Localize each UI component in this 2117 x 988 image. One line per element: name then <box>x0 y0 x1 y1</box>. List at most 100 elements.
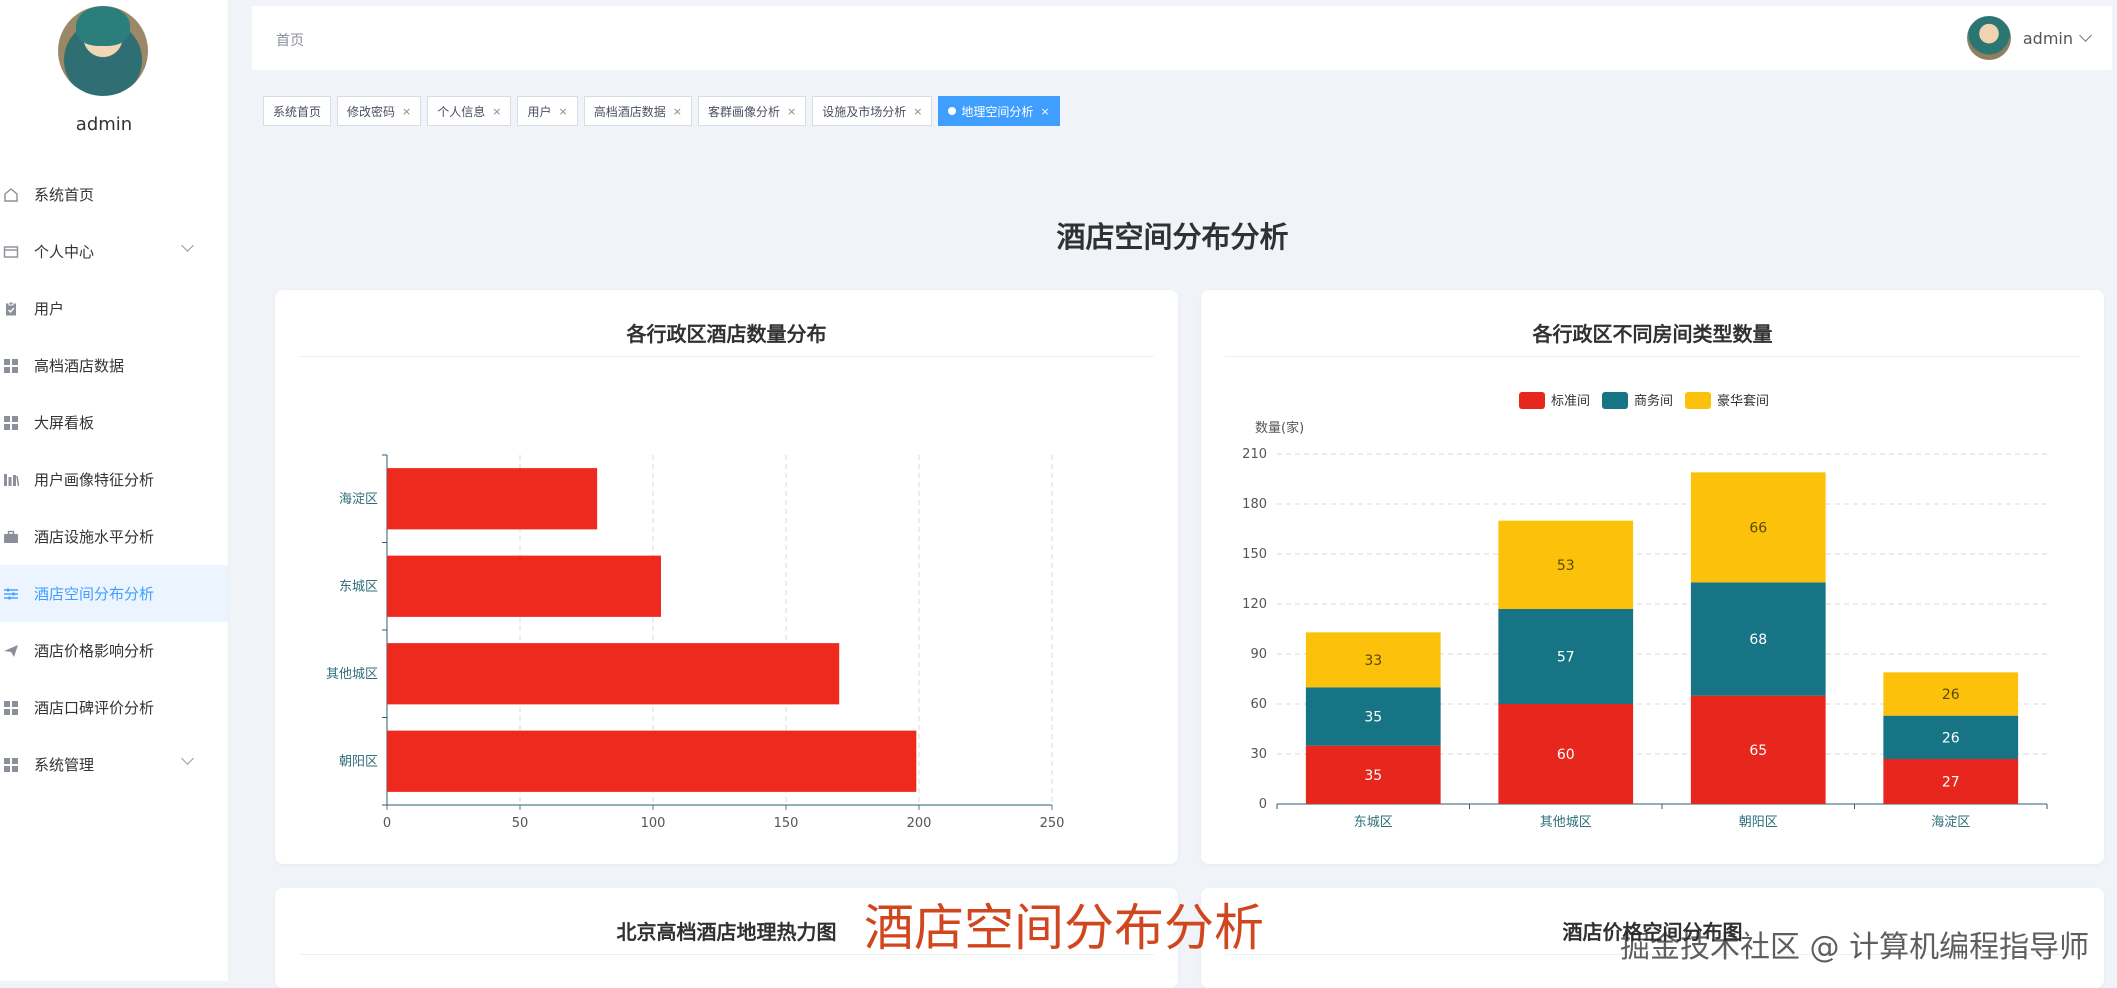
x-tick-label: 海淀区 <box>1931 815 1970 830</box>
close-icon[interactable]: × <box>1040 105 1049 118</box>
close-icon[interactable]: × <box>492 105 501 118</box>
sidebar-item-label: 酒店空间分布分析 <box>34 585 155 603</box>
tab-personal-info[interactable]: 个人信息 × <box>427 96 512 126</box>
data-label: 65 <box>1749 743 1767 759</box>
close-icon[interactable]: × <box>787 105 796 118</box>
sidebar-item-label: 系统管理 <box>34 756 95 774</box>
avatar <box>1966 16 2011 60</box>
bar <box>387 730 917 792</box>
overlay-caption: 酒店空间分布分析 <box>864 899 1264 957</box>
sidebar-item-personal-center[interactable]: 个人中心 <box>0 223 228 280</box>
top-header: 首页 admin <box>252 6 2112 70</box>
y-tick-label: 30 <box>1250 747 1267 762</box>
y-axis-label: 数量(家) <box>1255 420 1304 436</box>
tab-facility-market[interactable]: 设施及市场分析 × <box>812 96 933 126</box>
y-tick-label: 210 <box>1242 447 1267 462</box>
bar <box>387 643 840 705</box>
tab-home[interactable]: 系统首页 <box>263 96 332 126</box>
x-tick-label: 0 <box>383 816 391 831</box>
x-tick-label: 50 <box>512 816 529 831</box>
sidebar-item-label: 酒店口碑评价分析 <box>34 699 155 717</box>
y-tick-label: 150 <box>1242 547 1267 562</box>
close-icon[interactable]: × <box>673 105 682 118</box>
tab-hotel-data[interactable]: 高档酒店数据 × <box>583 96 692 126</box>
bar <box>387 555 661 617</box>
tab-label: 客群画像分析 <box>707 104 780 119</box>
grid-icon <box>2 357 20 375</box>
tab-label: 系统首页 <box>273 104 322 119</box>
y-tick-label: 朝阳区 <box>339 754 378 769</box>
tab-geo-analysis[interactable]: 地理空间分析 × <box>938 96 1060 126</box>
y-tick-label: 0 <box>1259 797 1267 812</box>
x-tick-label: 朝阳区 <box>1739 815 1778 830</box>
active-dot-icon <box>948 107 957 115</box>
sidebar-item-spatial-analysis[interactable]: 酒店空间分布分析 <box>0 565 228 622</box>
header-username: admin <box>2022 28 2073 48</box>
sidebar-item-facility-analysis[interactable]: 酒店设施水平分析 <box>0 508 228 565</box>
sidebar-item-hotel-data[interactable]: 高档酒店数据 <box>0 337 228 394</box>
data-label: 26 <box>1942 687 1960 703</box>
sidebar-item-dashboard[interactable]: 大屏看板 <box>0 394 228 451</box>
tab-label: 地理空间分析 <box>961 104 1034 119</box>
sidebar-item-reputation-analysis[interactable]: 酒店口碑评价分析 <box>0 679 228 736</box>
corner-watermark: 掘金技术社区 @ 计算机编程指导师 <box>1620 930 2090 965</box>
send-icon <box>2 642 20 660</box>
x-tick-label: 250 <box>1040 816 1065 831</box>
page-title: 酒店空间分布分析 <box>1056 220 1289 254</box>
tab-label: 个人信息 <box>437 104 486 119</box>
clipboard-icon <box>2 300 20 318</box>
grid-icon <box>2 699 20 717</box>
y-tick-label: 180 <box>1242 497 1267 512</box>
x-tick-label: 东城区 <box>1354 815 1393 830</box>
tab-customer-profile[interactable]: 客群画像分析 × <box>697 96 807 126</box>
data-label: 53 <box>1557 558 1575 574</box>
sidebar-username: admin <box>75 114 133 135</box>
tab-label: 高档酒店数据 <box>593 104 666 119</box>
legend-label: 豪华套间 <box>1717 393 1769 409</box>
sidebar-item-label: 大屏看板 <box>34 414 95 432</box>
room-type-card: 各行政区不同房间类型数量 0 30 60 90 120 150 180 210 数量(家) 标准间… <box>1201 290 2104 864</box>
sidebar-item-label: 高档酒店数据 <box>34 357 125 375</box>
sidebar-item-price-analysis[interactable]: 酒店价格影响分析 <box>0 622 228 679</box>
sidebar-item-user-profile-analysis[interactable]: 用户画像特征分析 <box>0 451 228 508</box>
user-menu[interactable]: admin <box>1966 16 2092 60</box>
legend-label: 商务间 <box>1634 393 1673 409</box>
hotel-count-chart: 0 50 100 150 200 250 海淀区东城区其他城区朝阳区 <box>326 454 1065 831</box>
y-tick-label: 120 <box>1242 597 1267 612</box>
tab-label: 设施及市场分析 <box>822 104 907 119</box>
y-tick-label: 90 <box>1250 647 1267 662</box>
sidebar-item-label: 用户 <box>34 300 65 318</box>
grid-icon <box>2 756 20 774</box>
tab-users[interactable]: 用户 × <box>517 96 578 126</box>
chevron-down-icon <box>2079 29 2092 42</box>
avatar[interactable] <box>58 6 148 96</box>
x-tick-label: 200 <box>907 816 932 831</box>
tab-label: 修改密码 <box>347 104 396 119</box>
home-icon <box>2 186 20 204</box>
close-icon[interactable]: × <box>913 105 922 118</box>
x-tick-label: 其他城区 <box>1540 815 1592 830</box>
data-label: 27 <box>1942 775 1960 791</box>
briefcase-icon <box>2 528 20 546</box>
chevron-down-icon <box>181 239 194 252</box>
close-icon[interactable]: × <box>559 105 568 118</box>
legend-label: 标准间 <box>1551 394 1590 409</box>
close-icon[interactable]: × <box>402 105 411 118</box>
sidebar-item-users[interactable]: 用户 <box>0 280 228 337</box>
y-tick-label: 海淀区 <box>339 492 378 507</box>
data-label: 35 <box>1364 768 1382 784</box>
tab-bar: 系统首页 修改密码 × 个人信息 × 用户 × 高档酒店数据 × 客群画像分析 … <box>263 96 1066 126</box>
sidebar-item-home[interactable]: 系统首页 <box>0 166 228 223</box>
data-label: 66 <box>1749 520 1767 536</box>
sidebar-item-system-management[interactable]: 系统管理 <box>0 736 228 793</box>
data-label: 68 <box>1749 632 1767 648</box>
x-tick-label: 150 <box>774 816 799 831</box>
data-label: 60 <box>1557 747 1575 763</box>
legend-swatch <box>1685 392 1711 409</box>
data-label: 33 <box>1364 653 1382 669</box>
legend-swatch <box>1602 392 1628 409</box>
tab-change-password[interactable]: 修改密码 × <box>337 96 422 126</box>
breadcrumb[interactable]: 首页 <box>276 30 304 50</box>
bar-chart-icon <box>2 471 20 489</box>
sidebar-item-label: 系统首页 <box>34 186 95 204</box>
